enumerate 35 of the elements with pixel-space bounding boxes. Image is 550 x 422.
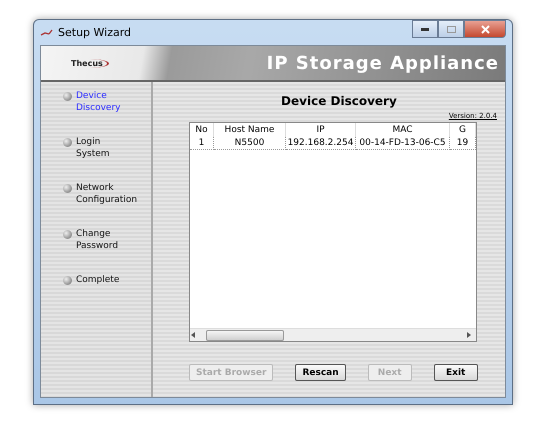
column-header[interactable]: No (190, 123, 214, 137)
step-bullet-icon (63, 92, 72, 101)
page-heading: Device Discovery (280, 94, 397, 108)
step-item[interactable]: Change Password (76, 228, 118, 252)
scroll-left-icon[interactable] (190, 332, 196, 338)
column-header[interactable]: G (450, 123, 476, 137)
column-header[interactable]: IP (286, 123, 356, 137)
table-cell: N5500 (214, 137, 286, 150)
step-item[interactable]: Network Configuration (76, 182, 138, 206)
window-title: Setup Wizard (58, 26, 132, 39)
close-button[interactable] (464, 20, 506, 38)
logo: Thecus (71, 58, 109, 68)
close-icon (480, 24, 490, 34)
minimize-icon (421, 28, 429, 30)
minimize-button[interactable] (412, 20, 438, 38)
table-cell: 00-14-FD-13-06-C5 (356, 137, 450, 150)
column-header[interactable]: MAC (356, 123, 450, 137)
step-item[interactable]: Complete (76, 274, 120, 286)
product-title: IP Storage Appliance (266, 52, 499, 74)
table-cell: 19 (450, 137, 476, 150)
step-bullet-icon (63, 138, 72, 147)
scroll-right-icon[interactable] (466, 332, 472, 338)
horizontal-scrollbar[interactable] (190, 328, 476, 341)
column-header[interactable]: Host Name (214, 123, 286, 137)
step-item[interactable]: Device Discovery (76, 90, 120, 114)
table-cell: 1 (190, 137, 214, 150)
step-bullet-icon (63, 276, 72, 285)
step-item[interactable]: Login System (76, 136, 110, 160)
step-bullet-icon (63, 230, 72, 239)
table-cell: 192.168.2.254 (286, 137, 356, 150)
maximize-button[interactable] (438, 20, 464, 38)
wizard-button[interactable]: Rescan (295, 364, 346, 381)
maximize-icon (446, 26, 456, 32)
step-bullet-icon (63, 184, 72, 193)
wizard-button[interactable]: Exit (434, 364, 478, 381)
